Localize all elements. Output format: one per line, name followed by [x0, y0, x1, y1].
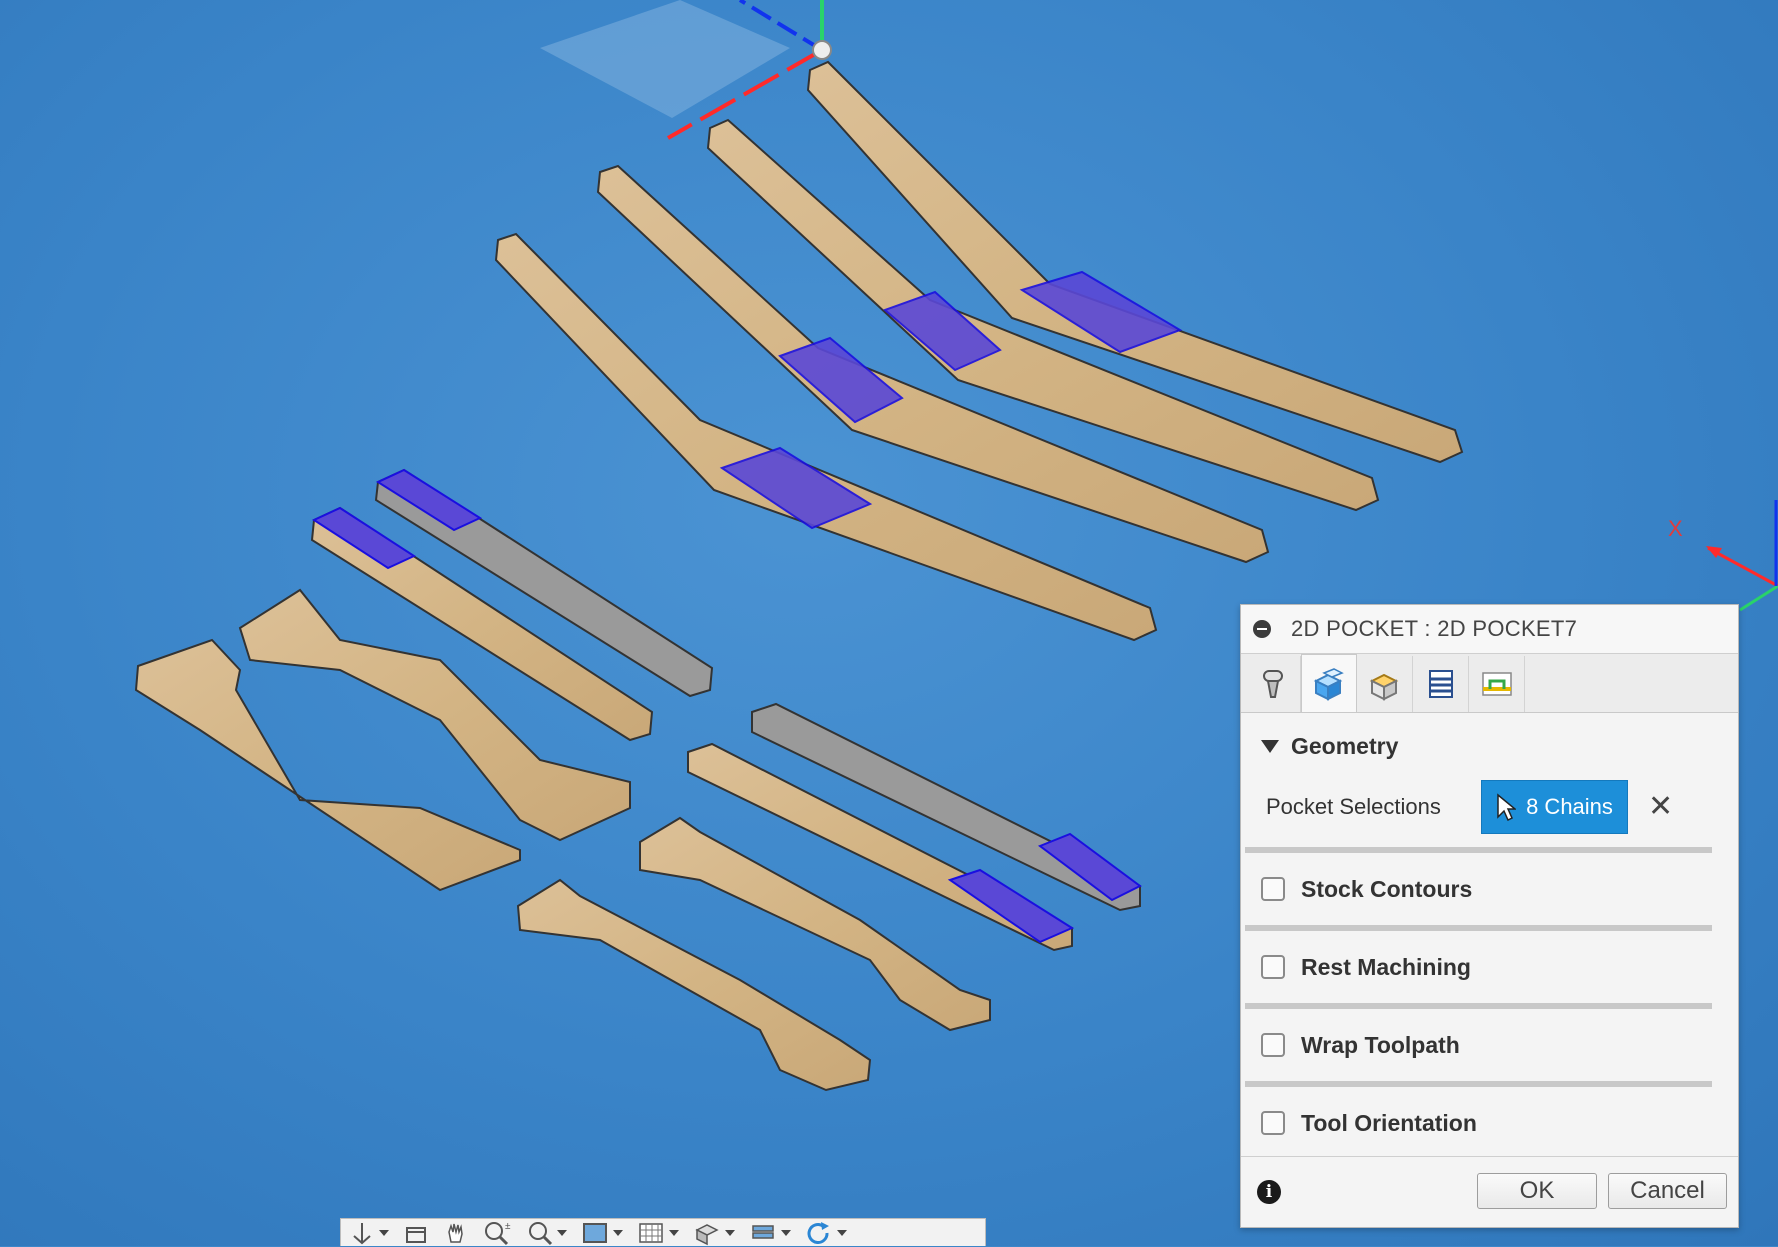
zoom-icon: ± [485, 1221, 511, 1246]
clear-selection-icon[interactable]: ✕ [1648, 792, 1673, 822]
option-stock-contours[interactable]: Stock Contours [1241, 853, 1738, 925]
linking-icon [1481, 672, 1512, 696]
ok-button[interactable]: OK [1477, 1173, 1597, 1209]
dialog-header[interactable]: 2D POCKET : 2D POCKET7 [1241, 605, 1738, 654]
look-at-tool[interactable] [403, 1219, 429, 1247]
orbit-tool[interactable] [349, 1219, 389, 1247]
pan-hand-icon [448, 1223, 463, 1243]
layers-tool[interactable] [749, 1219, 791, 1247]
tab-tool[interactable] [1245, 656, 1301, 712]
passes-icon [1428, 670, 1453, 698]
layers-icon [752, 1225, 774, 1239]
x-axis-arrow [1706, 546, 1722, 558]
rest-machining-checkbox[interactable] [1261, 955, 1285, 979]
option-rest-machining[interactable]: Rest Machining [1241, 931, 1738, 1003]
dialog-tabbar [1241, 654, 1738, 713]
svg-text:±: ± [505, 1221, 511, 1232]
pocket-dialog: 2D POCKET : 2D POCKET7 Geometry Pocket S… [1240, 604, 1739, 1228]
navigation-toolbar: ± [340, 1218, 986, 1246]
origin-point[interactable] [812, 40, 832, 60]
info-icon[interactable]: i [1257, 1180, 1281, 1204]
tab-passes[interactable] [1413, 656, 1469, 712]
stock-contours-checkbox[interactable] [1261, 877, 1285, 901]
wrap-toolpath-checkbox[interactable] [1261, 1033, 1285, 1057]
collapse-icon[interactable] [1253, 620, 1271, 638]
cursor-icon [1497, 793, 1517, 821]
heights-icon [1369, 673, 1398, 701]
geometry-section: Geometry Pocket Selections 8 Chains ✕ St… [1241, 713, 1738, 1159]
geometry-icon [1313, 667, 1344, 701]
x-axis-label: X [1668, 516, 1683, 541]
tab-geometry[interactable] [1301, 654, 1357, 712]
orbit-icon [353, 1223, 371, 1245]
fit-tool[interactable] [527, 1219, 567, 1247]
tool-orientation-checkbox[interactable] [1261, 1111, 1285, 1135]
chevron-down-icon [379, 1230, 389, 1236]
grid-icon [639, 1223, 663, 1243]
chains-count: 8 Chains [1526, 794, 1613, 819]
display-settings[interactable] [581, 1219, 623, 1247]
pan-tool[interactable] [443, 1219, 469, 1247]
geometry-label: Geometry [1291, 732, 1399, 759]
chevron-down-icon [669, 1230, 679, 1236]
stock-contours-label: Stock Contours [1301, 875, 1473, 902]
geometry-section-header[interactable]: Geometry [1241, 713, 1738, 779]
chevron-down-icon [613, 1230, 623, 1236]
chevron-down-icon [725, 1230, 735, 1236]
refresh-icon [807, 1222, 829, 1244]
zoom-tool[interactable]: ± [483, 1219, 513, 1247]
viewports-icon [695, 1224, 719, 1246]
option-tool-orientation[interactable]: Tool Orientation [1241, 1087, 1738, 1159]
cancel-button[interactable]: Cancel [1608, 1173, 1727, 1209]
option-wrap-toolpath[interactable]: Wrap Toolpath [1241, 1009, 1738, 1081]
y-axis-triad [1739, 584, 1778, 612]
grid-settings[interactable] [637, 1219, 679, 1247]
wrap-toolpath-label: Wrap Toolpath [1301, 1031, 1460, 1058]
fork-part-1[interactable] [639, 816, 991, 1032]
chevron-down-icon [837, 1230, 847, 1236]
look-at-icon [406, 1227, 426, 1243]
chevron-down-icon [781, 1230, 791, 1236]
tool-orientation-label: Tool Orientation [1301, 1109, 1477, 1136]
display-icon [583, 1223, 607, 1243]
refresh-tool[interactable] [805, 1219, 847, 1247]
tool-icon [1262, 670, 1283, 698]
viewports-tool[interactable] [693, 1219, 735, 1247]
view-cube[interactable] [540, 0, 790, 118]
zoom-window-icon [529, 1222, 553, 1246]
dialog-title: 2D POCKET : 2D POCKET7 [1291, 616, 1578, 641]
rest-machining-label: Rest Machining [1301, 953, 1471, 980]
frame-plate[interactable] [134, 588, 631, 892]
expand-triangle-icon[interactable] [1261, 739, 1279, 753]
chevron-down-icon [557, 1230, 567, 1236]
pocket-selections-label: Pocket Selections [1266, 794, 1441, 819]
pocket-selections-button[interactable]: 8 Chains [1481, 780, 1628, 834]
pocket-selections-row: Pocket Selections 8 Chains ✕ [1241, 779, 1738, 835]
dialog-footer: i OK Cancel [1241, 1156, 1738, 1227]
tab-linking[interactable] [1469, 656, 1525, 712]
tab-heights[interactable] [1357, 656, 1413, 712]
